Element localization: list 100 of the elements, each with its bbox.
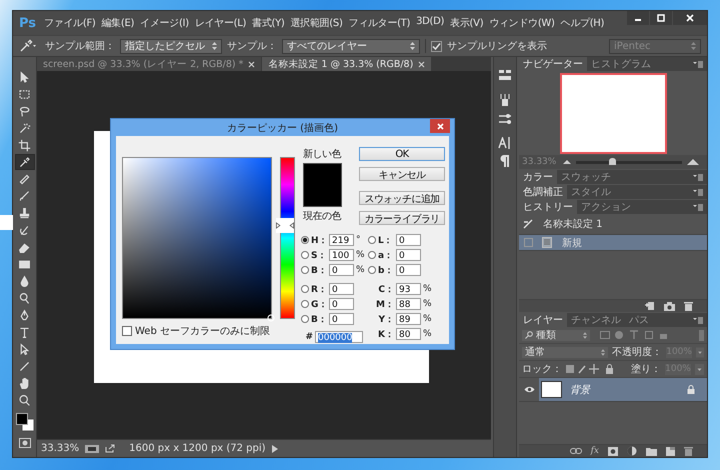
slider-thumb[interactable] (609, 158, 616, 164)
panel-menu-icon[interactable] (693, 174, 703, 180)
panel-tab[interactable]: スタイル (567, 185, 615, 199)
menu-item[interactable]: 表示(V) (450, 16, 484, 30)
zoom-out-icon[interactable] (563, 160, 571, 164)
radio-button[interactable] (301, 266, 309, 274)
menu-item[interactable]: ファイル(F) (44, 16, 96, 30)
input-field[interactable]: 219 (329, 234, 354, 246)
panel-tab[interactable]: アクション (577, 200, 635, 214)
radio-button[interactable] (301, 251, 309, 259)
panel-menu-icon[interactable] (693, 316, 703, 324)
close-icon[interactable] (248, 60, 256, 68)
character-icon[interactable] (498, 137, 512, 149)
panel-tab[interactable]: ヒストリー (519, 200, 577, 214)
lock-icon[interactable] (687, 385, 695, 394)
share-icon[interactable] (105, 444, 116, 453)
quick-mask-icon[interactable] (18, 438, 30, 448)
panel-tab[interactable]: パス (625, 313, 653, 327)
checkbox[interactable] (122, 326, 132, 336)
panel-tab[interactable]: ヒストグラム (587, 57, 655, 71)
dialog-button[interactable]: OK (359, 147, 445, 161)
dropdown-icon[interactable] (695, 364, 704, 374)
color-swatches-icon[interactable] (16, 413, 34, 431)
brush-presets-icon[interactable] (498, 93, 512, 107)
panel-tab[interactable]: ナビゲーター (519, 57, 587, 71)
menu-item[interactable]: ヘルプ(H) (560, 16, 604, 30)
panel-menu-icon[interactable] (693, 204, 703, 210)
layer-row[interactable]: 背景 (539, 378, 707, 401)
close-icon[interactable] (418, 60, 426, 68)
menu-item[interactable]: ウィンドウ(W) (489, 16, 555, 30)
panel-menu-icon[interactable] (693, 60, 703, 68)
panel-menu-icon[interactable] (693, 188, 703, 196)
panel-tab[interactable]: チャンネル (567, 313, 625, 327)
menu-item[interactable]: 選択範囲(S) (290, 16, 343, 30)
close-button[interactable] (430, 119, 450, 133)
saturation-brightness-field[interactable] (122, 157, 272, 319)
checkbox[interactable] (431, 40, 442, 52)
input-field[interactable]: 93 (396, 283, 421, 295)
menu-item[interactable]: 3D(D) (416, 16, 444, 30)
input-field[interactable]: 88 (396, 298, 421, 310)
sample-dropdown[interactable]: すべてのレイヤー (282, 38, 420, 54)
input-field[interactable]: 0 (329, 283, 354, 295)
status-box-icon[interactable] (85, 444, 100, 452)
panel-tab[interactable]: カラー (519, 170, 557, 184)
trash-icon[interactable] (684, 446, 693, 456)
properties-icon[interactable] (498, 69, 512, 81)
dropdown-icon[interactable] (696, 346, 704, 358)
minimize-button[interactable] (627, 11, 649, 25)
panel-tab[interactable]: 色調補正 (519, 185, 567, 199)
picker-circle-icon[interactable] (267, 314, 275, 322)
zoom-in-icon[interactable] (687, 159, 699, 165)
menu-item[interactable]: イメージ(I) (140, 16, 189, 30)
input-field[interactable]: 0 (329, 298, 354, 310)
input-field[interactable]: 100 (329, 249, 354, 261)
radio-button[interactable] (301, 285, 309, 293)
hex-input-field[interactable]: 000000 (315, 331, 363, 343)
input-field[interactable]: 0 (329, 313, 354, 325)
new-document-icon[interactable] (645, 301, 655, 311)
maximize-icon[interactable] (657, 14, 665, 22)
sliders-icon[interactable] (498, 113, 512, 125)
close-button[interactable] (673, 11, 707, 25)
radio-button[interactable] (301, 300, 309, 308)
sample-size-dropdown[interactable]: 指定したピクセル (120, 38, 222, 54)
document-tab[interactable]: 名称未設定 1 @ 33.3% (RGB/8) (262, 57, 432, 71)
blend-mode-dropdown[interactable]: 通常 (522, 346, 608, 358)
radio-button[interactable] (301, 315, 309, 323)
navigator-preview[interactable] (560, 72, 666, 154)
radio-button[interactable] (368, 251, 376, 259)
dialog-button[interactable]: キャンセル (359, 167, 445, 181)
eye-icon[interactable] (524, 386, 534, 393)
fx-button[interactable]: fx (590, 446, 599, 456)
input-field[interactable]: 0 (396, 264, 421, 276)
lock-options-drawing[interactable] (566, 364, 614, 374)
menu-item[interactable]: フィルター(T) (348, 16, 410, 30)
eyedropper-icon[interactable] (14, 154, 34, 170)
play-icon[interactable] (272, 444, 278, 452)
filter-toggle[interactable] (699, 330, 704, 340)
radio-button[interactable] (368, 236, 376, 244)
menu-item[interactable]: レイヤー(L) (194, 16, 246, 30)
input-field[interactable]: 0 (396, 234, 421, 246)
eyedropper-icon[interactable] (19, 39, 37, 53)
input-field[interactable]: 0 (396, 249, 421, 261)
input-field[interactable]: 80 (396, 328, 421, 340)
mask-icon[interactable] (608, 446, 618, 456)
radio-button[interactable] (368, 266, 376, 274)
trash-icon[interactable] (684, 301, 693, 311)
menu-item[interactable]: 書式(Y) (252, 16, 284, 30)
updown-arrows-icon[interactable] (583, 332, 587, 338)
new-layer-icon[interactable] (666, 446, 675, 456)
link-icon[interactable] (570, 448, 582, 454)
paragraph-icon[interactable] (500, 155, 510, 167)
updown-arrows-icon[interactable] (212, 42, 217, 50)
panel-tab[interactable]: スウォッチ (557, 170, 615, 184)
panel-tab[interactable]: レイヤー (519, 313, 567, 327)
radio-button[interactable] (301, 236, 309, 244)
menu-item[interactable]: 編集(E) (102, 16, 134, 30)
folder-icon[interactable] (646, 446, 657, 456)
input-field[interactable]: 0 (329, 264, 354, 276)
half-circle-icon[interactable] (627, 446, 637, 456)
camera-icon[interactable] (664, 302, 675, 310)
